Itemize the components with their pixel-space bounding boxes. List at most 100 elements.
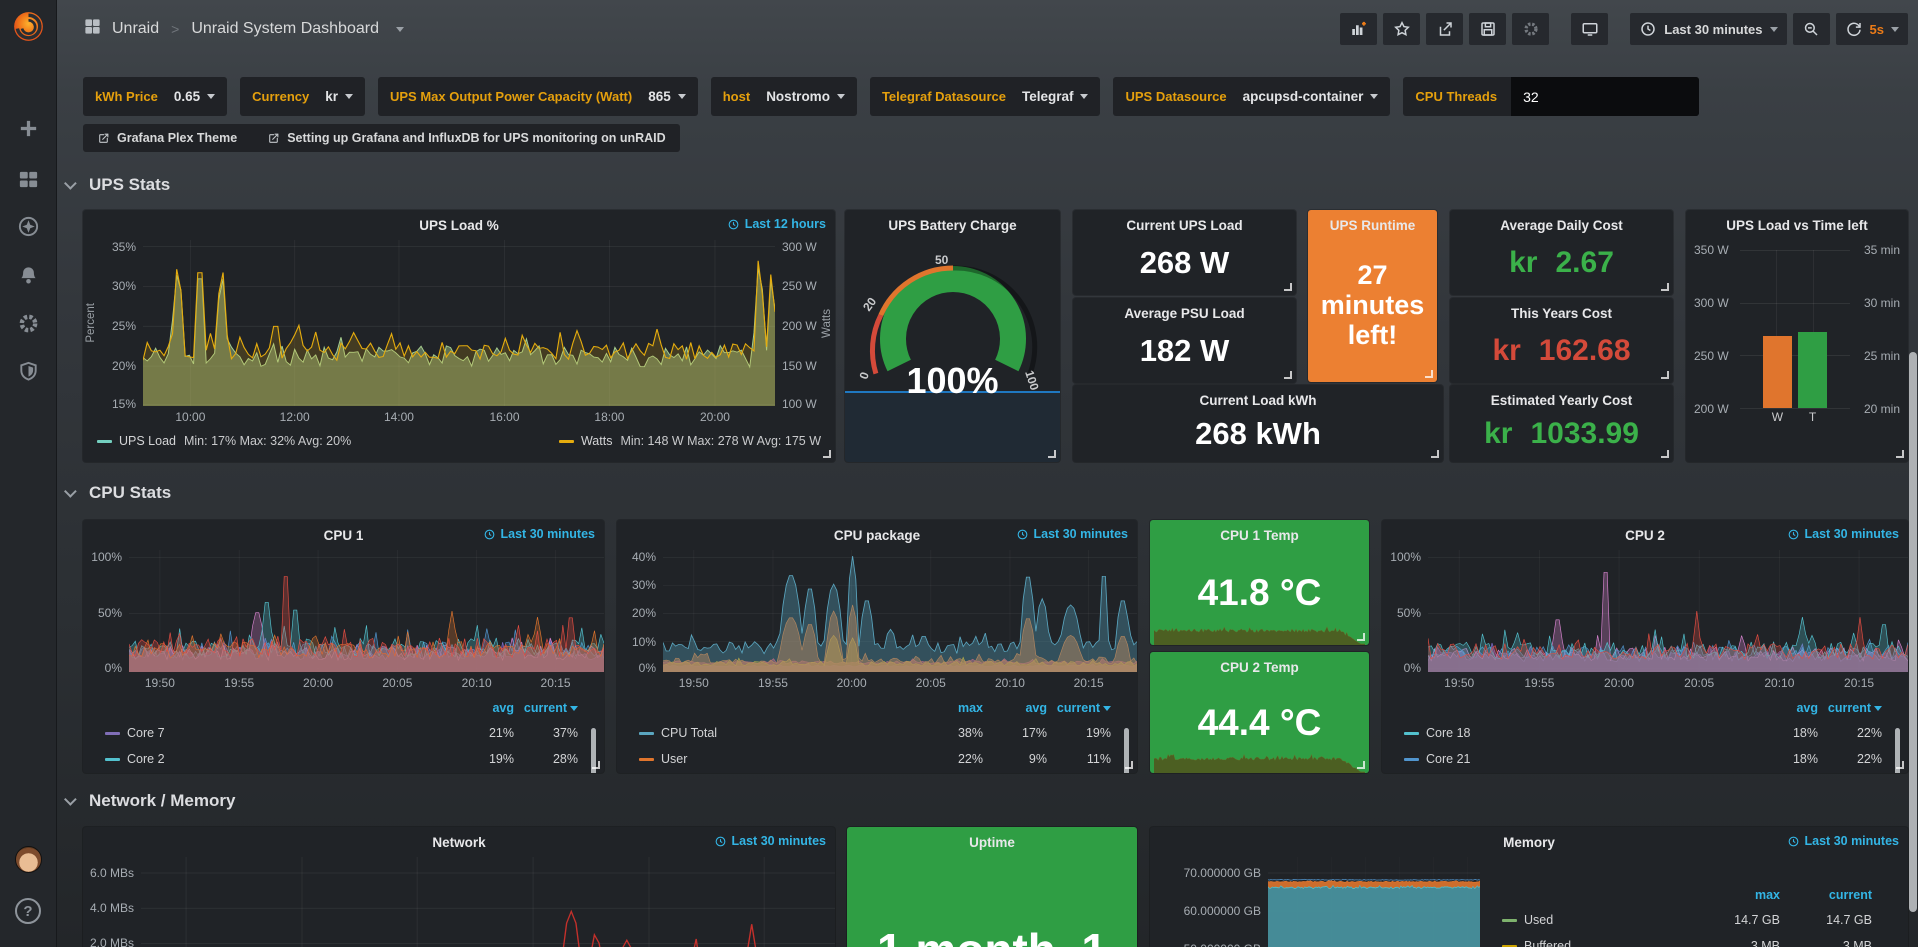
panel-title[interactable]: Average Daily Cost bbox=[1500, 212, 1623, 238]
time-range-picker[interactable]: Last 30 minutes bbox=[1630, 13, 1786, 45]
svg-text:20: 20 bbox=[860, 294, 879, 313]
panel-ups-battery-charge: UPS Battery Charge 0 20 50 100 100% bbox=[845, 210, 1060, 462]
panel-title[interactable]: This Years Cost bbox=[1511, 300, 1612, 326]
panel-average-daily-cost: Average Daily Cost kr2.67 bbox=[1450, 210, 1673, 295]
series-swatch bbox=[559, 440, 574, 443]
panel-time-range[interactable]: Last 30 minutes bbox=[1787, 527, 1899, 541]
legend-series[interactable]: Core 7 bbox=[105, 726, 450, 740]
legend-sort-current[interactable]: current bbox=[1047, 701, 1111, 715]
legend: avgcurrent Core 721%37% Core 219%28% bbox=[83, 694, 604, 772]
refresh-interval-label: 5s bbox=[1870, 22, 1884, 37]
series-swatch bbox=[97, 440, 112, 443]
chevron-down-icon bbox=[837, 94, 845, 99]
panel-title[interactable]: Average PSU Load bbox=[1124, 300, 1244, 326]
help-icon[interactable]: ? bbox=[15, 898, 41, 924]
alerting-bell-icon[interactable] bbox=[0, 255, 57, 295]
legend-series[interactable]: Used bbox=[1502, 913, 1688, 927]
legend-row: Buffered3 MB3 MB bbox=[1502, 933, 1872, 947]
ups-load-chart[interactable] bbox=[143, 240, 775, 406]
user-avatar[interactable] bbox=[15, 846, 42, 873]
variable-host[interactable]: hostNostromo bbox=[711, 77, 857, 116]
legend-series[interactable]: Buffered bbox=[1502, 939, 1688, 947]
legend-sort-current[interactable]: current bbox=[1780, 888, 1872, 902]
panel-title[interactable]: UPS Battery Charge bbox=[845, 210, 1060, 240]
panel-title[interactable]: CPU 2 Temp bbox=[1220, 654, 1299, 680]
link-grafana-plex-theme[interactable]: Grafana Plex Theme bbox=[97, 131, 237, 145]
legend-series[interactable]: Core 18 bbox=[1404, 726, 1754, 740]
breadcrumb-app[interactable]: Unraid bbox=[112, 20, 159, 38]
memory-chart[interactable] bbox=[1268, 857, 1480, 947]
explore-icon[interactable] bbox=[0, 206, 57, 246]
panel-title[interactable]: Current UPS Load bbox=[1126, 212, 1242, 238]
legend-scrollbar[interactable] bbox=[1124, 728, 1129, 773]
star-button[interactable] bbox=[1383, 13, 1420, 45]
configuration-gear-icon[interactable] bbox=[0, 303, 57, 343]
panel-time-range[interactable]: Last 30 minutes bbox=[1016, 527, 1128, 541]
refresh-icon bbox=[1845, 20, 1863, 38]
clock-icon bbox=[1639, 20, 1657, 38]
settings-gear-button[interactable] bbox=[1512, 13, 1549, 45]
add-panel-button[interactable] bbox=[1340, 13, 1377, 45]
legend-sort-avg[interactable]: avg bbox=[983, 701, 1047, 715]
add-icon[interactable] bbox=[0, 108, 57, 148]
variable-kwh-price[interactable]: kWh Price0.65 bbox=[83, 77, 227, 116]
panel-time-range[interactable]: Last 30 minutes bbox=[483, 527, 595, 541]
panel-time-range[interactable]: Last 12 hours bbox=[727, 217, 826, 231]
legend-scrollbar[interactable] bbox=[591, 728, 596, 773]
panel-title[interactable]: UPS Load vs Time left bbox=[1686, 210, 1908, 240]
legend-sort-avg[interactable]: avg bbox=[1754, 701, 1818, 715]
variable-cpu-threads: CPU Threads32 bbox=[1403, 77, 1699, 116]
save-button[interactable] bbox=[1469, 13, 1506, 45]
variable-currency[interactable]: Currencykr bbox=[240, 77, 365, 116]
cpu-threads-input[interactable]: 32 bbox=[1511, 77, 1699, 116]
cpu1-chart[interactable] bbox=[129, 550, 604, 672]
section-ups-stats[interactable]: UPS Stats bbox=[68, 175, 170, 195]
legend-series[interactable]: Core 2 bbox=[105, 752, 450, 766]
chevron-down-icon[interactable] bbox=[396, 27, 404, 32]
dashboards-icon[interactable] bbox=[0, 159, 57, 199]
section-cpu-stats[interactable]: CPU Stats bbox=[68, 483, 171, 503]
clock-icon bbox=[714, 835, 727, 848]
variable-telegraf-datasource[interactable]: Telegraf DatasourceTelegraf bbox=[870, 77, 1101, 116]
variable-ups-datasource[interactable]: UPS Datasourceapcupsd-container bbox=[1113, 77, 1390, 116]
variable-ups-max-power[interactable]: UPS Max Output Power Capacity (Watt)865 bbox=[378, 77, 698, 116]
legend-series[interactable]: Core 21 bbox=[1404, 752, 1754, 766]
grafana-logo-icon[interactable] bbox=[10, 8, 47, 45]
cpu-package-chart[interactable] bbox=[663, 550, 1137, 672]
external-link-icon bbox=[97, 132, 110, 145]
legend-sort-current[interactable]: current bbox=[1818, 701, 1882, 715]
legend-sort-avg[interactable]: avg bbox=[450, 701, 514, 715]
legend-row: User22%9%11% bbox=[639, 746, 1111, 772]
panel-title[interactable]: UPS Runtime bbox=[1330, 212, 1416, 238]
legend-sort-max[interactable]: max bbox=[1688, 888, 1780, 902]
refresh-button[interactable]: 5s bbox=[1836, 13, 1908, 45]
legend-sort-max[interactable]: max bbox=[919, 701, 983, 715]
panel-time-range[interactable]: Last 30 minutes bbox=[1787, 834, 1899, 848]
link-ups-monitoring-guide[interactable]: Setting up Grafana and InfluxDB for UPS … bbox=[267, 131, 665, 145]
svg-text:50: 50 bbox=[935, 253, 949, 267]
cpu2-chart[interactable] bbox=[1428, 550, 1908, 672]
panel-title[interactable]: Estimated Yearly Cost bbox=[1491, 387, 1633, 413]
legend-series-watts[interactable]: Watts bbox=[581, 434, 612, 448]
legend-series[interactable]: User bbox=[639, 752, 919, 766]
bar-chart[interactable] bbox=[1740, 250, 1850, 408]
legend-sort-current[interactable]: current bbox=[514, 701, 578, 715]
panel-title[interactable]: UPS Load % bbox=[83, 210, 835, 240]
section-network-memory[interactable]: Network / Memory bbox=[68, 791, 235, 811]
panel-title[interactable]: Uptime bbox=[847, 827, 1137, 857]
panel-time-range[interactable]: Last 30 minutes bbox=[714, 834, 826, 848]
clock-icon bbox=[727, 218, 740, 231]
tv-kiosk-button[interactable] bbox=[1571, 13, 1608, 45]
window-scrollbar[interactable] bbox=[1909, 352, 1917, 912]
legend-series-ups-load[interactable]: UPS Load bbox=[119, 434, 176, 448]
panel-title[interactable]: CPU 1 Temp bbox=[1220, 522, 1299, 548]
network-chart[interactable] bbox=[141, 857, 835, 947]
breadcrumb-dashboard-title[interactable]: Unraid System Dashboard bbox=[191, 20, 379, 38]
server-admin-shield-icon[interactable] bbox=[0, 351, 57, 391]
legend-series[interactable]: CPU Total bbox=[639, 726, 919, 740]
zoom-out-button[interactable] bbox=[1793, 13, 1830, 45]
dashboard-grid-icon[interactable] bbox=[83, 17, 102, 41]
share-button[interactable] bbox=[1426, 13, 1463, 45]
panel-title[interactable]: Current Load kWh bbox=[1200, 387, 1317, 413]
legend-scrollbar[interactable] bbox=[1895, 728, 1900, 773]
